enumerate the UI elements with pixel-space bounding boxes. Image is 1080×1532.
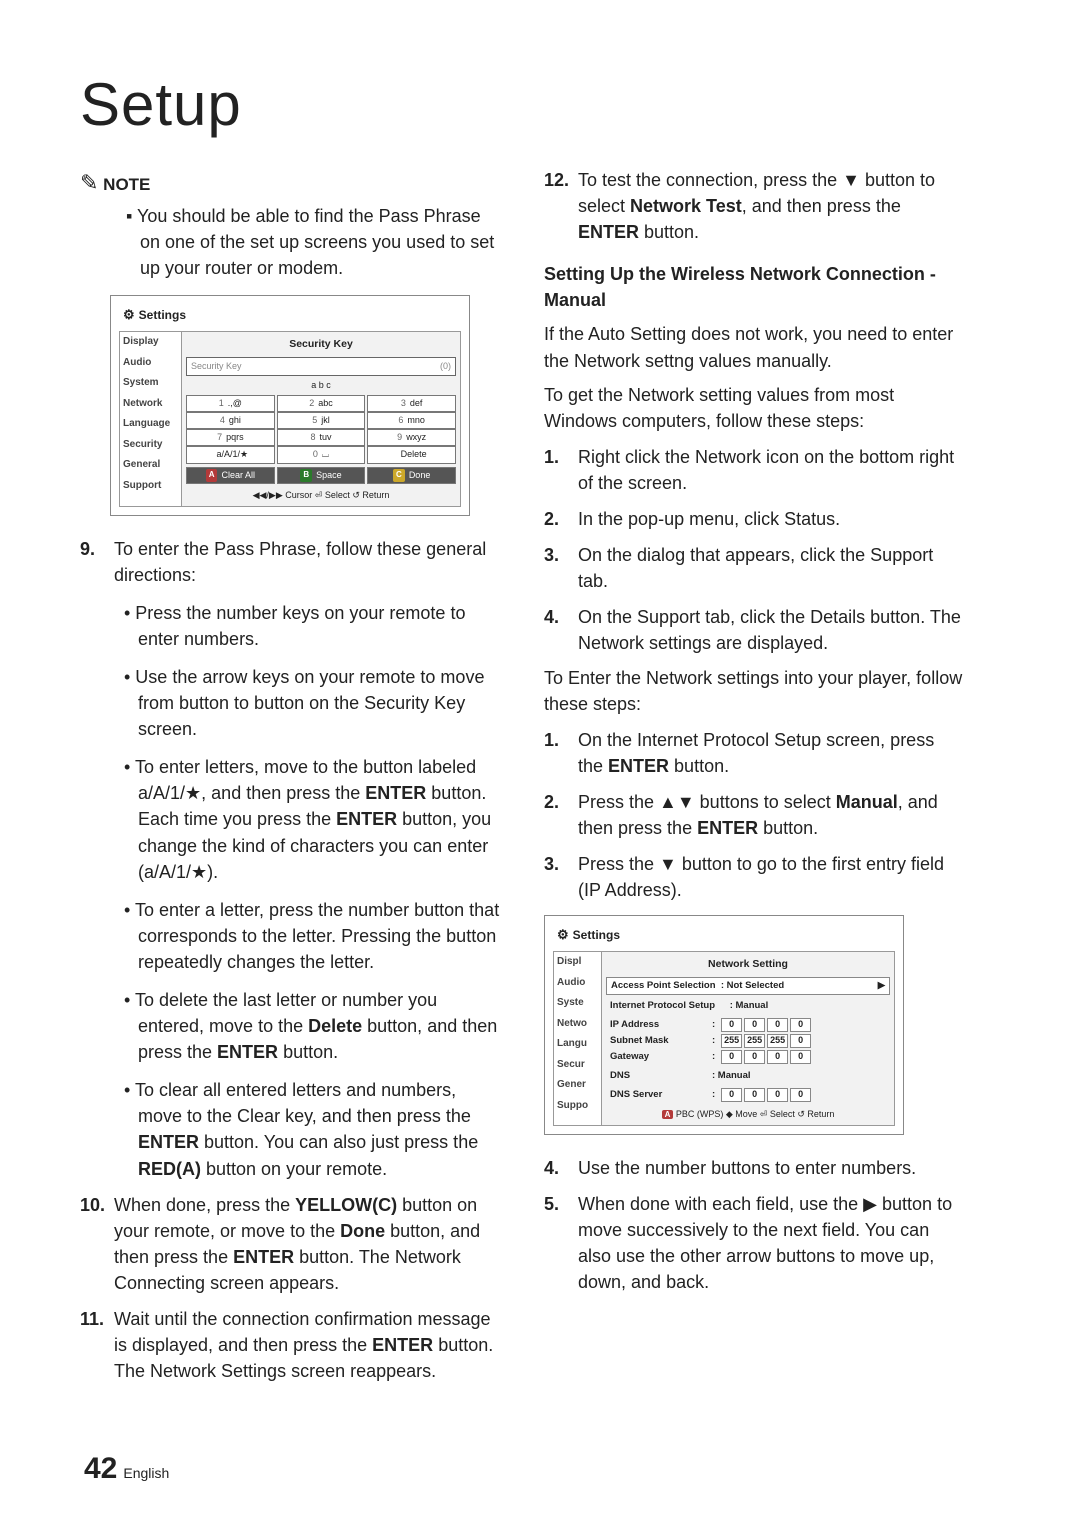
pencil-icon: ✎ (80, 170, 98, 195)
note-body: ▪ You should be able to find the Pass Ph… (80, 203, 500, 281)
step-11: 11. Wait until the connection confirmati… (80, 1306, 500, 1384)
octet-input[interactable]: 0 (744, 1018, 765, 1032)
left-column: ✎ NOTE ▪ You should be able to find the … (80, 167, 500, 1384)
ip-setup-row: Internet Protocol Setup : Manual (606, 998, 890, 1014)
sidebar-item[interactable]: Audio (120, 353, 181, 374)
keypad-key[interactable]: 8tuv (277, 429, 366, 446)
step-9: 9. To enter the Pass Phrase, follow thes… (80, 536, 500, 588)
octet-input[interactable]: 255 (744, 1034, 765, 1048)
keypad-key[interactable]: Delete (367, 446, 456, 463)
ip-field-row: Subnet Mask:2552552550 (606, 1033, 890, 1049)
ip-field-row: IP Address:0000 (606, 1017, 890, 1033)
keypad-key[interactable]: 9wxyz (367, 429, 456, 446)
step: 3.Press the ▼ button to go to the first … (544, 851, 964, 903)
sidebar-item[interactable]: General (120, 455, 181, 476)
space-key[interactable]: B Space (277, 467, 366, 484)
security-key-input[interactable]: Security Key(0) (186, 357, 456, 376)
octet-input[interactable]: 0 (790, 1018, 811, 1032)
keypad-key[interactable]: 4ghi (186, 412, 275, 429)
step: 2.In the pop-up menu, click Status. (544, 506, 964, 532)
sidebar-item[interactable]: Suppo (554, 1096, 601, 1117)
pane-title: Network Setting (606, 956, 890, 974)
sidebar-item[interactable]: Gener (554, 1075, 601, 1096)
octet-input[interactable]: 255 (721, 1034, 742, 1048)
sidebar-item[interactable]: Display (120, 332, 181, 353)
octet-input[interactable]: 0 (790, 1050, 811, 1064)
sidebar-item[interactable]: Language (120, 414, 181, 435)
network-setting-mockup: ⚙ Settings DisplAudioSysteNetwoLanguSecu… (544, 915, 904, 1134)
note-label: ✎ NOTE (80, 167, 500, 199)
octet-input[interactable]: 0 (790, 1034, 811, 1048)
sidebar-item[interactable]: Syste (554, 993, 601, 1014)
sidebar-item[interactable]: Displ (554, 952, 601, 973)
keypad-key[interactable]: 0⌴ (277, 446, 366, 463)
paragraph: If the Auto Setting does not work, you n… (544, 321, 964, 373)
octet-input[interactable]: 0 (790, 1088, 811, 1102)
page-title: Setup (80, 70, 1000, 139)
step: 4.On the Support tab, click the Details … (544, 604, 964, 656)
clear-all-key[interactable]: A Clear All (186, 467, 275, 484)
step-12: 12. To test the connection, press the ▼ … (544, 167, 964, 245)
keypad-key[interactable]: a/A/1/★ (186, 446, 275, 463)
sidebar-item[interactable]: Support (120, 476, 181, 497)
paragraph: To get the Network setting values from m… (544, 382, 964, 434)
octet-input[interactable]: 0 (721, 1050, 742, 1064)
nav-hints: ◀◀/▶▶ Cursor ⏎ Select ↺ Return (186, 487, 456, 502)
right-column: 12. To test the connection, press the ▼ … (544, 167, 964, 1384)
bullet: • To enter letters, move to the button l… (114, 754, 500, 884)
chevron-right-icon: ▶ (878, 979, 885, 993)
octet-input[interactable]: 0 (767, 1088, 788, 1102)
gear-icon: ⚙ (123, 306, 135, 325)
ip-field-row: Gateway:0000 (606, 1049, 890, 1065)
pane-title: Security Key (186, 336, 456, 354)
octet-input[interactable]: 0 (744, 1088, 765, 1102)
keypad-key[interactable]: 3def (367, 395, 456, 412)
octet-input[interactable]: 0 (721, 1088, 742, 1102)
sidebar-item[interactable]: Network (120, 394, 181, 415)
octet-input[interactable]: 0 (721, 1018, 742, 1032)
keypad-key[interactable]: 6mno (367, 412, 456, 429)
step-10: 10. When done, press the YELLOW(C) butto… (80, 1192, 500, 1296)
access-point-row[interactable]: Access Point Selection : Not Selected ▶ (606, 977, 890, 995)
security-key-mockup: ⚙ Settings DisplayAudioSystemNetworkLang… (110, 295, 470, 515)
bullet: • Press the number keys on your remote t… (114, 600, 500, 652)
sidebar-item[interactable]: Secur (554, 1055, 601, 1076)
sidebar-item[interactable]: System (120, 373, 181, 394)
dns-server-row: DNS Server : 0000 (606, 1087, 890, 1103)
bullet: • To enter a letter, press the number bu… (114, 897, 500, 975)
abc-label: a b c (186, 379, 456, 392)
step: 4.Use the number buttons to enter number… (544, 1155, 964, 1181)
step: 2.Press the ▲▼ buttons to select Manual,… (544, 789, 964, 841)
keypad-key[interactable]: 2abc (277, 395, 366, 412)
octet-input[interactable]: 0 (767, 1018, 788, 1032)
sidebar-item[interactable]: Audio (554, 973, 601, 994)
keypad-key[interactable]: 1.,@ (186, 395, 275, 412)
step: 5.When done with each field, use the ▶ b… (544, 1191, 964, 1295)
bullet: • Use the arrow keys on your remote to m… (114, 664, 500, 742)
keypad-key[interactable]: 5jkl (277, 412, 366, 429)
octet-input[interactable]: 255 (767, 1034, 788, 1048)
subheading: Setting Up the Wireless Network Connecti… (544, 261, 964, 313)
dns-row: DNS: Manual (606, 1068, 890, 1084)
gear-icon: ⚙ (557, 926, 569, 945)
bullet: • To delete the last letter or number yo… (114, 987, 500, 1065)
page-footer: 42English (84, 1452, 169, 1486)
nav-hints: A PBC (WPS) ◆ Move ⏎ Select ↺ Return (606, 1106, 890, 1121)
step: 1.Right click the Network icon on the bo… (544, 444, 964, 496)
octet-input[interactable]: 0 (767, 1050, 788, 1064)
keypad-key[interactable]: 7pqrs (186, 429, 275, 446)
paragraph: To Enter the Network settings into your … (544, 665, 964, 717)
done-key[interactable]: C Done (367, 467, 456, 484)
bullet: • To clear all entered letters and numbe… (114, 1077, 500, 1181)
step: 3.On the dialog that appears, click the … (544, 542, 964, 594)
sidebar-item[interactable]: Security (120, 435, 181, 456)
step: 1.On the Internet Protocol Setup screen,… (544, 727, 964, 779)
sidebar-item[interactable]: Netwo (554, 1014, 601, 1035)
sidebar-item[interactable]: Langu (554, 1034, 601, 1055)
octet-input[interactable]: 0 (744, 1050, 765, 1064)
